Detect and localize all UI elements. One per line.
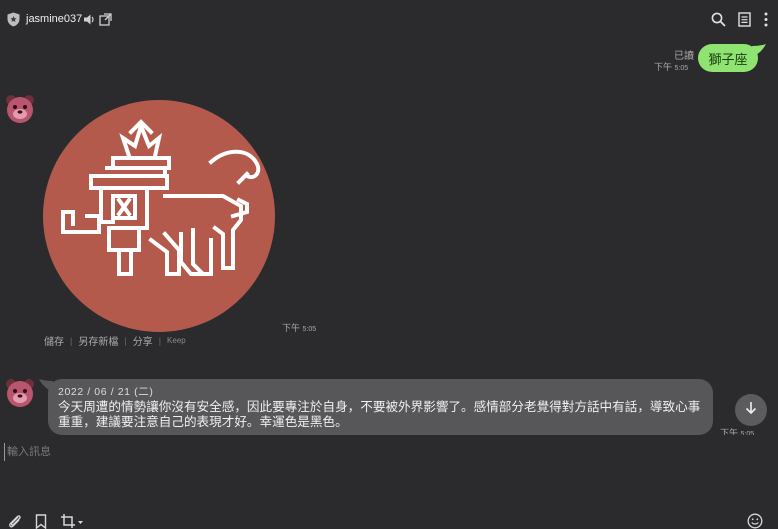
save-link[interactable]: 儲存 xyxy=(44,333,64,348)
message-input[interactable] xyxy=(4,443,764,461)
scroll-to-bottom-button[interactable] xyxy=(735,394,767,426)
leo-sticker-image[interactable] xyxy=(43,100,275,332)
speaker-icon[interactable] xyxy=(83,13,96,26)
avatar[interactable] xyxy=(3,375,37,409)
more-vertical-icon[interactable] xyxy=(763,12,769,27)
bookmark-icon[interactable] xyxy=(35,514,47,529)
divider: | xyxy=(158,335,162,346)
shield-icon xyxy=(7,12,20,27)
save-as-link[interactable]: 另存新檔 xyxy=(78,333,118,348)
chat-name[interactable]: jasmine037 xyxy=(26,13,82,25)
sent-timestamp: 下午 5:05 xyxy=(654,62,689,72)
emoji-icon[interactable] xyxy=(747,513,763,529)
divider: | xyxy=(70,335,73,346)
horoscope-date: 2022 / 06 / 21 (二) xyxy=(58,386,154,398)
chat-header: jasmine037 xyxy=(0,0,778,40)
sticker-timestamp: 下午 5:05 xyxy=(282,323,317,333)
share-link[interactable]: 分享 xyxy=(133,333,153,348)
message-composer xyxy=(0,435,778,529)
paperclip-icon[interactable] xyxy=(7,513,23,529)
notes-icon[interactable] xyxy=(738,12,751,27)
crop-icon[interactable] xyxy=(60,513,84,529)
avatar[interactable] xyxy=(3,91,37,125)
horoscope-text: 今天周遭的情勢讓你沒有安全感，因此要專注於自身，不要被外界影響了。感情部分老覺得… xyxy=(58,400,701,429)
media-actions: 儲存 | 另存新檔 | 分享 | Keep xyxy=(44,333,186,349)
external-window-icon[interactable] xyxy=(99,13,112,26)
received-message-bubble[interactable]: 2022 / 06 / 21 (二) 今天周遭的情勢讓你沒有安全感，因此要專注於… xyxy=(48,379,713,435)
keep-link[interactable]: Keep xyxy=(167,336,186,345)
sent-message-bubble[interactable]: 獅子座 xyxy=(698,44,758,72)
search-icon[interactable] xyxy=(711,12,726,27)
arrow-down-icon xyxy=(744,401,758,420)
divider: | xyxy=(124,335,127,346)
